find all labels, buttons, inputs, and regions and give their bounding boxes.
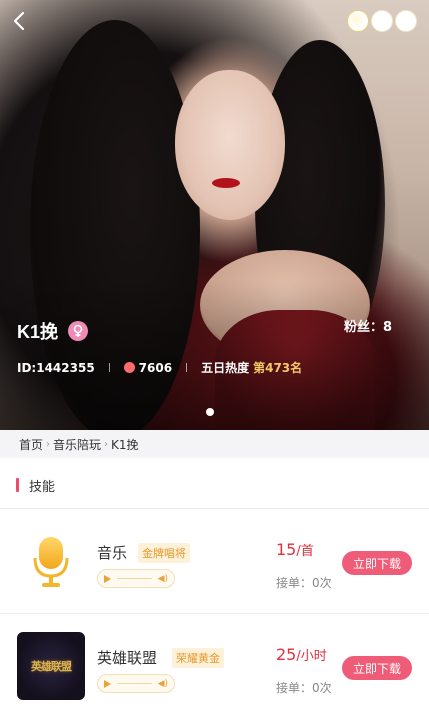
volume-icon: ◀) — [157, 573, 168, 584]
divider — [108, 363, 110, 372]
download-button[interactable]: 立即下载 — [342, 656, 412, 680]
back-arrow-icon[interactable] — [10, 10, 30, 32]
skill-price: 25/小时 — [276, 645, 327, 664]
five-day-heat-label: 五日热度 — [201, 361, 250, 375]
download-button[interactable]: 立即下载 — [342, 551, 412, 575]
profile-hero-photo: K1挽 粉丝：8 ID:1442355 7606 五日热度 第473名 — [0, 0, 429, 430]
audio-waveform — [117, 683, 152, 684]
price-unit: /首 — [296, 544, 314, 559]
photo-lips — [212, 178, 240, 188]
audio-sample-player[interactable]: ◀) — [97, 674, 175, 693]
skills-section-header: 技能 — [0, 467, 429, 503]
carousel-dot[interactable] — [206, 408, 214, 416]
divider — [0, 508, 429, 509]
play-icon[interactable] — [104, 574, 111, 583]
price-value: 15 — [276, 540, 297, 559]
audio-waveform — [117, 578, 152, 579]
order-count: 接单：0次 — [276, 576, 332, 590]
fans-count: 粉丝：8 — [343, 320, 392, 335]
breadcrumb-separator: › — [46, 438, 51, 450]
audio-sample-player[interactable]: ◀) — [97, 569, 175, 588]
play-icon[interactable] — [104, 679, 111, 688]
female-gender-icon — [68, 321, 89, 341]
order-count: 接单：0次 — [276, 681, 332, 695]
breadcrumb-current: K1挽 — [111, 437, 139, 452]
profile-name: K1挽 — [17, 322, 59, 342]
skill-card-music[interactable]: 音乐 金牌唱将 ◀) 15/首 接单：0次 立即下载 — [0, 510, 429, 612]
visitor-avatars[interactable] — [347, 10, 417, 32]
profile-id: ID:1442355 — [17, 360, 95, 375]
logo-text: 英雄联盟 — [31, 660, 72, 673]
visitor-avatar[interactable] — [347, 10, 369, 32]
skill-level-badge: 荣耀黄金 — [172, 648, 224, 668]
visitor-avatar[interactable] — [395, 10, 417, 32]
heat-value: 7606 — [138, 360, 173, 375]
photo-bottom-shade — [0, 280, 429, 430]
heat-rank: 第473名 — [253, 361, 303, 375]
volume-icon: ◀) — [157, 678, 168, 689]
skill-level-badge: 金牌唱将 — [138, 543, 190, 563]
league-of-legends-logo: 英雄联盟 — [17, 632, 85, 700]
breadcrumb-category[interactable]: 音乐陪玩 — [53, 436, 101, 453]
divider — [0, 613, 429, 614]
divider — [186, 363, 188, 372]
breadcrumb-home[interactable]: 首页 — [19, 436, 43, 453]
profile-name-row: K1挽 — [17, 318, 89, 344]
profile-stats: ID:1442355 7606 五日热度 第473名 — [17, 359, 302, 376]
price-unit: /小时 — [296, 649, 327, 664]
breadcrumb: 首页 › 音乐陪玩 › K1挽 — [0, 430, 429, 458]
heat-icon — [123, 362, 135, 373]
breadcrumb-separator: › — [104, 438, 109, 450]
skill-price: 15/首 — [276, 540, 314, 559]
skill-card-lol[interactable]: 英雄联盟 英雄联盟 荣耀黄金 ◀) 25/小时 接单：0次 立即下载 — [0, 615, 429, 717]
skills-title: 技能 — [29, 479, 56, 495]
skill-name: 英雄联盟 — [97, 649, 158, 667]
price-value: 25 — [276, 645, 297, 664]
photo-face — [175, 70, 285, 220]
microphone-icon — [33, 537, 69, 587]
skill-name: 音乐 — [97, 544, 128, 562]
section-accent-bar — [16, 478, 19, 492]
visitor-avatar[interactable] — [371, 10, 393, 32]
